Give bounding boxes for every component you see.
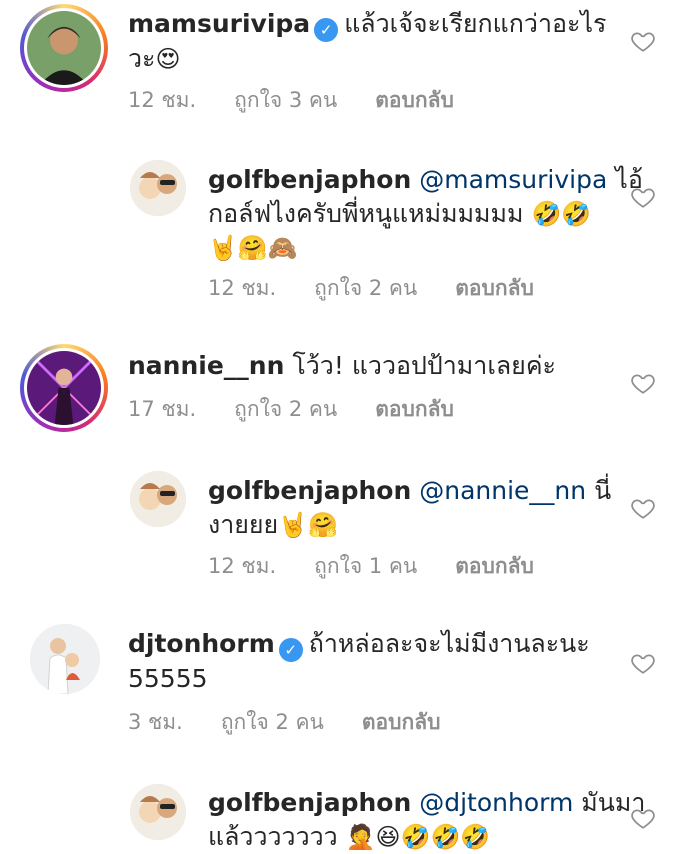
timestamp: 12 ชม. <box>208 554 277 578</box>
comment-text: golfbenjaphon @nannie__nn นี่ งายยย🤘🤗 <box>208 476 612 539</box>
comment-text: mamsurivipa ✓ แล้วเจ้จะเรียกแกว่าอะไร วะ😍 <box>128 9 607 73</box>
reply-button[interactable]: ตอบกลับ <box>362 706 441 739</box>
comment-meta: 17 ชม. ถูกใจ 2 คน ตอบกลับ <box>128 393 492 426</box>
comment-text: djtonhorm ✓ ถ้าหล่อละจะไม่มีงานละนะ 55555 <box>128 629 590 693</box>
reply-button[interactable]: ตอบกลับ <box>375 393 454 426</box>
username[interactable]: golfbenjaphon <box>208 476 411 505</box>
likes-count[interactable]: ถูกใจ 3 คน <box>234 84 337 117</box>
heart-outline-icon[interactable] <box>630 28 656 54</box>
comment-text: nannie__nn โว้ว! แววอปป้ามาเลยค่ะ <box>128 351 556 380</box>
rofl-emoji: 🤣🤣 <box>531 200 592 228</box>
heart-eyes-emoji: 😍 <box>155 45 181 73</box>
avatar[interactable] <box>130 784 186 840</box>
mention-link[interactable]: @djtonhorm <box>419 788 573 817</box>
heart-outline-icon[interactable] <box>630 650 656 676</box>
username[interactable]: mamsurivipa <box>128 9 310 38</box>
avatar[interactable] <box>130 160 186 216</box>
comment-meta: 12 ชม. ถูกใจ 1 คน ตอบกลับ <box>208 550 572 583</box>
reply-button[interactable]: ตอบกลับ <box>455 550 534 583</box>
comment-meta: 3 ชม. ถูกใจ 2 คน ตอบกลับ <box>128 706 478 739</box>
timestamp: 12 ชม. <box>128 88 197 112</box>
mention-link[interactable]: @mamsurivipa <box>419 165 607 194</box>
avatar-image <box>130 160 186 216</box>
avatar-image <box>27 351 101 425</box>
username[interactable]: golfbenjaphon <box>208 165 411 194</box>
comment-text: golfbenjaphon @mamsurivipa ไอ้ กอล์ฟไงคร… <box>208 165 643 262</box>
avatar[interactable] <box>20 4 108 92</box>
verified-badge-icon: ✓ <box>278 638 303 662</box>
avatar[interactable] <box>30 624 100 694</box>
heart-outline-icon[interactable] <box>630 370 656 396</box>
reply-button[interactable]: ตอบกลับ <box>375 84 454 117</box>
avatar-image <box>30 624 100 694</box>
mention-link[interactable]: @nannie__nn <box>419 476 586 505</box>
emoji-group: 🤘🤗🙈 <box>208 234 298 262</box>
avatar[interactable] <box>130 471 186 527</box>
verified-badge-icon: ✓ <box>314 18 339 42</box>
timestamp: 17 ชม. <box>128 397 197 421</box>
heart-outline-icon[interactable] <box>630 805 656 831</box>
timestamp: 3 ชม. <box>128 710 183 734</box>
username[interactable]: djtonhorm <box>128 629 275 658</box>
likes-count[interactable]: ถูกใจ 2 คน <box>314 272 417 305</box>
emoji-group: 🤦😆🤣🤣🤣 <box>345 823 491 851</box>
username[interactable]: nannie__nn <box>128 351 284 380</box>
heart-outline-icon[interactable] <box>630 184 656 210</box>
avatar-image <box>27 11 101 85</box>
emoji-group: 🤘🤗 <box>278 511 338 539</box>
likes-count[interactable]: ถูกใจ 2 คน <box>234 393 337 426</box>
comment-meta: 12 ชม. ถูกใจ 3 คน ตอบกลับ <box>128 84 492 117</box>
timestamp: 12 ชม. <box>208 276 277 300</box>
username[interactable]: golfbenjaphon <box>208 788 411 817</box>
comment-meta: 12 ชม. ถูกใจ 2 คน ตอบกลับ <box>208 272 572 305</box>
avatar[interactable] <box>20 344 108 432</box>
likes-count[interactable]: ถูกใจ 2 คน <box>221 706 324 739</box>
heart-outline-icon[interactable] <box>630 495 656 521</box>
likes-count[interactable]: ถูกใจ 1 คน <box>314 550 417 583</box>
comment-text: golfbenjaphon @djtonhorm มันมา แล้วววววว… <box>208 788 646 851</box>
reply-button[interactable]: ตอบกลับ <box>455 272 534 305</box>
avatar-image <box>130 471 186 527</box>
avatar-image <box>130 784 186 840</box>
